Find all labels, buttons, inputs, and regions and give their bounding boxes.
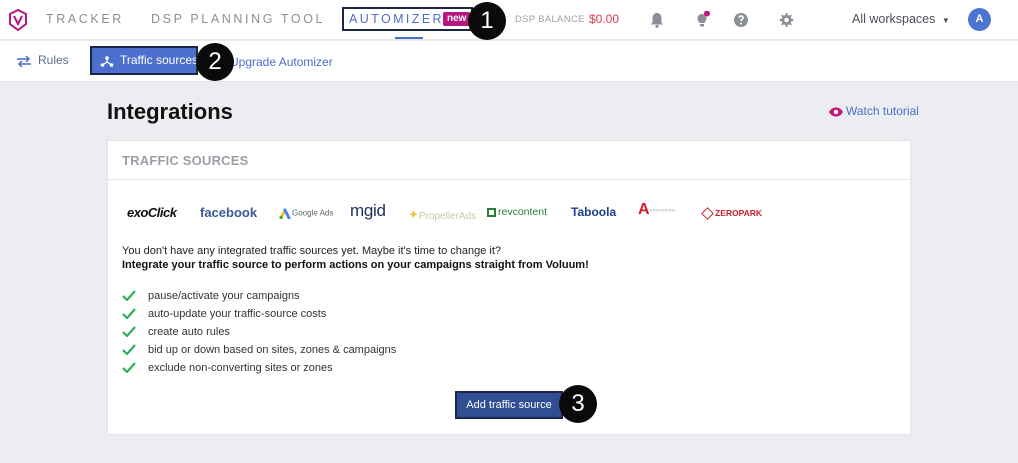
logo-exoclick: exoClick	[127, 205, 177, 220]
adsterra-icon: A	[638, 201, 650, 218]
lightbulb-icon[interactable]	[693, 11, 711, 29]
intro-bold-text: Integrate your traffic source to perform…	[122, 259, 589, 271]
automizer-subnav: Rules Upgrade Automizer Traffic sources	[0, 41, 1018, 82]
logo-taboola: Taboola	[571, 205, 617, 219]
logo-propellerads-text: PropellerAds	[418, 211, 477, 222]
top-navigation-bar: TRACKER DSP PLANNING TOOL AUTOMIZER new …	[0, 0, 1018, 40]
eye-icon	[829, 107, 843, 117]
automizer-highlight-box	[342, 7, 473, 31]
workspace-selector-label: All workspaces	[852, 12, 936, 26]
checkmark-icon	[122, 362, 136, 373]
intro-text: You don't have any integrated traffic so…	[122, 245, 502, 257]
step-marker-1: 1	[468, 2, 506, 40]
feature-text: exclude non-converting sites or zones	[148, 362, 333, 374]
avatar[interactable]: A	[968, 8, 991, 31]
add-traffic-source-button[interactable]: Add traffic source	[455, 391, 563, 419]
card-header: TRAFFIC SOURCES	[108, 141, 910, 180]
feature-text: create auto rules	[148, 326, 230, 338]
logo-google-ads: Google Ads	[278, 208, 334, 220]
step-marker-3: 3	[559, 385, 597, 423]
dsp-balance-value: $0.00	[589, 12, 620, 26]
traffic-sources-card: TRAFFIC SOURCES exoClick facebook Google…	[107, 140, 911, 435]
logo-zeropark-text: ZEROPARK	[715, 208, 763, 218]
feature-text: auto-update your traffic-source costs	[148, 308, 327, 320]
traffic-sources-label: Traffic sources	[120, 53, 199, 67]
logo-adsterra: AADSTERRA	[638, 201, 675, 219]
nav-tracker[interactable]: TRACKER	[46, 12, 124, 26]
page-title: Integrations	[107, 99, 233, 124]
logo-adsterra-text: ADSTERRA	[649, 207, 676, 213]
revcontent-icon	[487, 207, 496, 217]
step-marker-2: 2	[196, 43, 234, 81]
upgrade-automizer-link[interactable]: Upgrade Automizer	[230, 55, 333, 69]
network-nodes-icon	[100, 56, 114, 67]
feature-text: bid up or down based on sites, zones & c…	[148, 344, 397, 356]
list-item: bid up or down based on sites, zones & c…	[122, 343, 396, 361]
google-ads-icon	[279, 208, 291, 220]
feature-list: pause/activate your campaigns auto-updat…	[122, 289, 396, 379]
rules-link[interactable]: Rules	[16, 53, 69, 67]
logo-facebook: facebook	[200, 205, 258, 220]
list-item: create auto rules	[122, 325, 396, 343]
logo-mgid: mgid	[350, 201, 386, 220]
help-icon[interactable]	[732, 11, 750, 29]
traffic-sources-tab[interactable]: Traffic sources	[90, 46, 198, 75]
rules-label: Rules	[38, 53, 69, 67]
watch-tutorial-link[interactable]: Watch tutorial	[828, 104, 919, 118]
feature-text: pause/activate your campaigns	[148, 290, 300, 302]
logo-revcontent: revcontent	[487, 206, 547, 218]
dsp-balance-label: DSP BALANCE	[515, 14, 585, 25]
list-item: auto-update your traffic-source costs	[122, 307, 396, 325]
list-item: exclude non-converting sites or zones	[122, 361, 396, 379]
traffic-source-logos: exoClick facebook Google Ads mgid ✦Prope…	[108, 201, 912, 225]
caret-down-icon: ▼	[941, 16, 950, 25]
workspace-selector[interactable]: All workspaces ▼	[852, 12, 950, 26]
logo-zeropark: ZEROPARK	[701, 207, 763, 221]
checkmark-icon	[122, 290, 136, 301]
gear-icon[interactable]	[777, 11, 795, 29]
active-tab-underline	[395, 37, 423, 39]
nav-dsp-planning-tool[interactable]: DSP PLANNING TOOL	[151, 12, 325, 26]
voluum-logo-icon[interactable]	[9, 9, 27, 31]
checkmark-icon	[122, 308, 136, 319]
checkmark-icon	[122, 326, 136, 337]
logo-revcontent-text: revcontent	[498, 206, 548, 218]
checkmark-icon	[122, 344, 136, 355]
bell-icon[interactable]	[648, 11, 666, 29]
list-item: pause/activate your campaigns	[122, 289, 396, 307]
propeller-icon: ✦	[408, 207, 419, 222]
logo-propellerads: ✦PropellerAds	[408, 207, 476, 223]
zeropark-icon	[701, 207, 714, 221]
logo-google-ads-text: Google Ads	[292, 208, 334, 218]
watch-tutorial-label: Watch tutorial	[846, 104, 919, 118]
arrows-exchange-icon	[17, 55, 31, 67]
